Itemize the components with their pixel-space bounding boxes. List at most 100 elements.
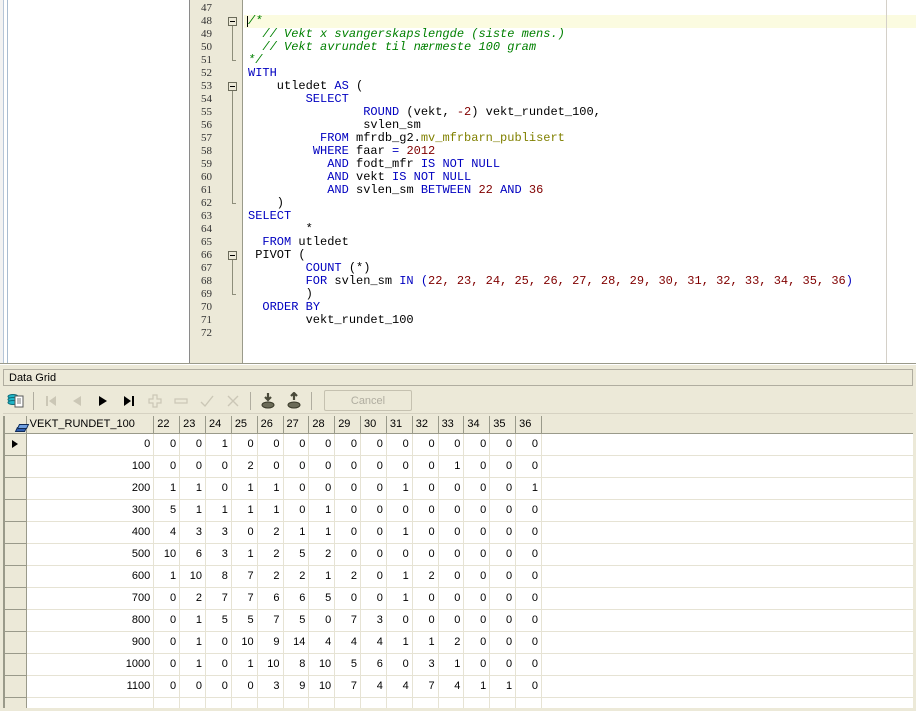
cell-count[interactable]: 0	[153, 653, 181, 676]
code-line[interactable]: FOR svlen_sm IN (22, 23, 24, 25, 26, 27,…	[244, 275, 916, 288]
cell-count[interactable]: 0	[283, 433, 310, 456]
export-data-icon[interactable]	[282, 390, 306, 412]
cell-empty[interactable]	[26, 697, 155, 708]
cell-count[interactable]: 0	[334, 521, 362, 544]
cell-count[interactable]: 0	[463, 609, 491, 632]
next-record-icon[interactable]	[91, 390, 115, 412]
cell-count[interactable]: 3	[257, 675, 284, 698]
cell-count[interactable]: 10	[153, 543, 181, 566]
cell-count[interactable]: 0	[463, 565, 491, 588]
column-header[interactable]: 25	[231, 416, 258, 434]
cell-count[interactable]: 5	[283, 609, 310, 632]
cell-count[interactable]: 0	[412, 587, 439, 610]
cell-count[interactable]: 3	[205, 543, 232, 566]
cell-empty[interactable]	[308, 697, 336, 708]
cell-count[interactable]: 0	[386, 499, 413, 522]
cell-count[interactable]: 0	[153, 455, 181, 478]
cell-count[interactable]: 0	[438, 499, 465, 522]
cell-count[interactable]: 0	[463, 477, 491, 500]
sql-code-editor[interactable]: 47 48 49 50 51 52 53 54 55 56 57 58 59 60 61 62 63 64 65 66…	[190, 0, 916, 364]
cell-count[interactable]: 0	[205, 653, 232, 676]
code-fold-toggle[interactable]	[228, 251, 237, 260]
cell-empty[interactable]	[283, 697, 310, 708]
table-row[interactable]: 500 10 6 3 1 2 5 2 0 0 0 0 0 0 0 0	[4, 543, 913, 566]
cell-count[interactable]: 0	[179, 675, 206, 698]
cell-count[interactable]: 0	[463, 433, 491, 456]
cell-count[interactable]: 0	[360, 587, 387, 610]
cell-count[interactable]: 0	[386, 609, 413, 632]
cell-count[interactable]: 6	[283, 587, 310, 610]
cell-count[interactable]: 0	[515, 565, 542, 588]
cell-count[interactable]: 5	[308, 587, 336, 610]
cell-count[interactable]: 0	[515, 543, 542, 566]
cell-count[interactable]: 3	[360, 609, 387, 632]
cell-empty[interactable]	[463, 697, 491, 708]
cell-count[interactable]: 3	[412, 653, 439, 676]
cell-count[interactable]: 6	[179, 543, 206, 566]
cell-count[interactable]: 0	[360, 565, 387, 588]
cell-count[interactable]: 0	[205, 477, 232, 500]
cell-count[interactable]: 1	[438, 455, 465, 478]
cell-count[interactable]: 0	[412, 433, 439, 456]
cell-count[interactable]: 0	[231, 675, 258, 698]
cell-count[interactable]: 0	[438, 565, 465, 588]
cell-count[interactable]: 0	[515, 609, 542, 632]
cell-count[interactable]: 0	[438, 543, 465, 566]
code-line[interactable]: vekt_rundet_100	[244, 314, 916, 327]
cell-count[interactable]: 2	[257, 565, 284, 588]
first-record-icon[interactable]	[39, 390, 63, 412]
code-line[interactable]: )	[244, 197, 916, 210]
cell-count[interactable]: 7	[231, 587, 258, 610]
column-header[interactable]: 35	[489, 416, 517, 434]
cell-count[interactable]: 0	[334, 543, 362, 566]
cell-count[interactable]: 0	[205, 631, 232, 654]
code-line[interactable]: SELECT	[244, 210, 916, 223]
cell-count[interactable]: 0	[463, 499, 491, 522]
add-record-icon[interactable]	[143, 390, 167, 412]
cell-vekt-rundet-100[interactable]: 900	[26, 631, 155, 654]
cell-count[interactable]: 0	[360, 499, 387, 522]
cell-count[interactable]: 14	[283, 631, 310, 654]
cell-empty[interactable]	[153, 697, 181, 708]
cell-count[interactable]: 0	[412, 455, 439, 478]
column-header[interactable]: 23	[179, 416, 206, 434]
cell-count[interactable]: 3	[205, 521, 232, 544]
cell-count[interactable]: 4	[308, 631, 336, 654]
cell-count[interactable]: 1	[153, 477, 181, 500]
code-line[interactable]: AND svlen_sm BETWEEN 22 AND 36	[244, 184, 916, 197]
cell-count[interactable]: 0	[515, 675, 542, 698]
cell-count[interactable]: 1	[386, 521, 413, 544]
cell-count[interactable]: 2	[412, 565, 439, 588]
cell-count[interactable]: 0	[412, 499, 439, 522]
cell-count[interactable]: 5	[205, 609, 232, 632]
cell-count[interactable]: 1	[386, 631, 413, 654]
cell-count[interactable]: 5	[334, 653, 362, 676]
cell-count[interactable]: 2	[179, 587, 206, 610]
cell-count[interactable]: 0	[463, 587, 491, 610]
cell-count[interactable]: 8	[283, 653, 310, 676]
commit-record-icon[interactable]	[195, 390, 219, 412]
cell-count[interactable]: 0	[489, 609, 517, 632]
cell-count[interactable]: 0	[231, 433, 258, 456]
cell-count[interactable]: 7	[334, 609, 362, 632]
cell-empty[interactable]	[412, 697, 439, 708]
cell-vekt-rundet-100[interactable]: 700	[26, 587, 155, 610]
cell-count[interactable]: 10	[257, 653, 284, 676]
column-header[interactable]: 30	[360, 416, 387, 434]
code-line[interactable]: )	[244, 288, 916, 301]
cell-count[interactable]: 1	[179, 609, 206, 632]
cell-count[interactable]: 2	[334, 565, 362, 588]
column-header[interactable]: 22	[153, 416, 181, 434]
cell-count[interactable]: 0	[334, 433, 362, 456]
cell-count[interactable]: 7	[231, 565, 258, 588]
column-header[interactable]: 34	[463, 416, 491, 434]
cell-count[interactable]: 0	[179, 433, 206, 456]
table-row[interactable]: 100 0 0 0 2 0 0 0 0 0 0 0 1 0 0 0	[4, 455, 913, 478]
cell-count[interactable]: 7	[412, 675, 439, 698]
table-row[interactable]: 600 1 10 8 7 2 2 1 2 0 1 2 0 0 0 0	[4, 565, 913, 588]
cell-count[interactable]: 1	[179, 499, 206, 522]
cell-empty[interactable]	[438, 697, 465, 708]
cell-count[interactable]: 0	[463, 543, 491, 566]
row-header-cell[interactable]	[4, 499, 27, 522]
cell-count[interactable]: 0	[412, 543, 439, 566]
